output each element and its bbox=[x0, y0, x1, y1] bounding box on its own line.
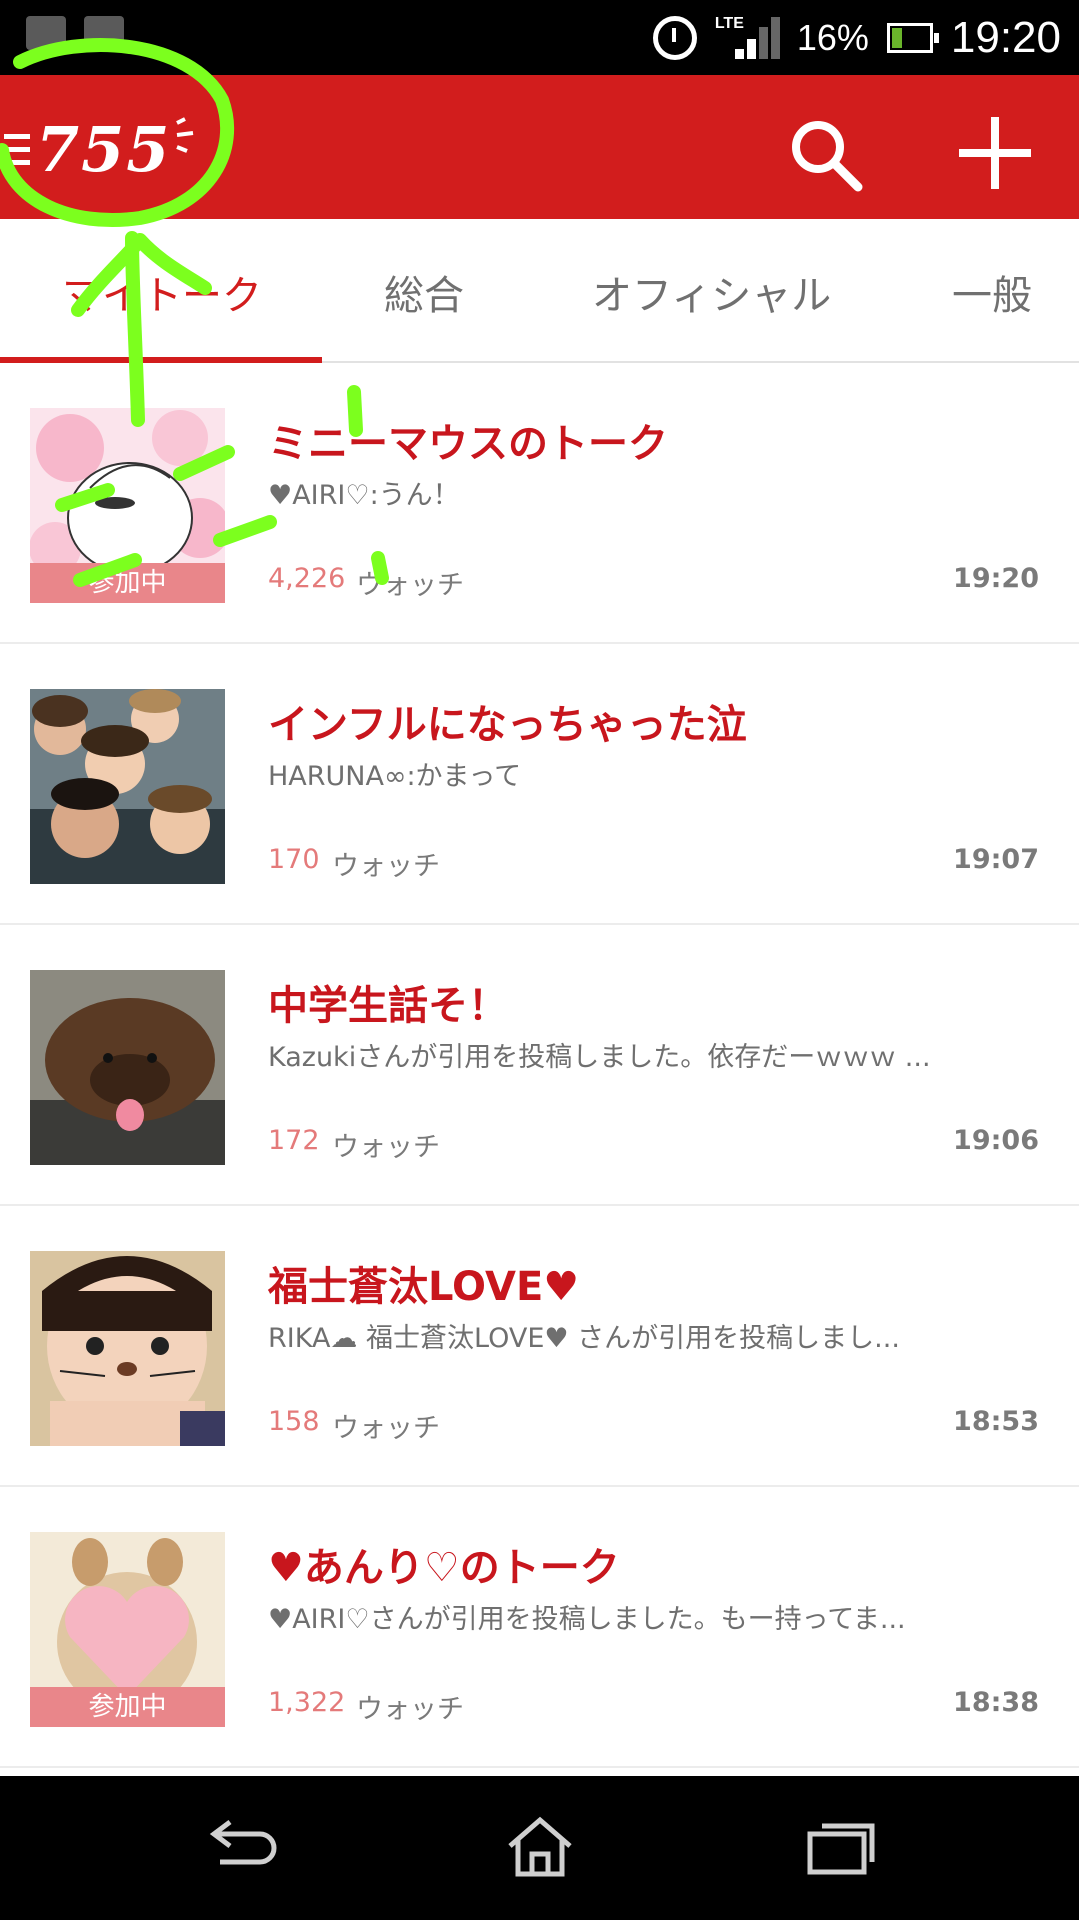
talk-title-text: あんり♡のトーク bbox=[303, 1545, 620, 1591]
watch-count: 172 bbox=[268, 1125, 320, 1156]
talk-preview: Kazukiさんが引用を投稿しました。依存だーｗｗｗ ... bbox=[268, 1042, 931, 1073]
talk-title: 福士蒼汰LOVE♥ bbox=[268, 1254, 579, 1312]
watch-count: 170 bbox=[268, 844, 320, 875]
watch-count: 158 bbox=[268, 1406, 320, 1437]
watch-label: ウォッチ bbox=[356, 1694, 464, 1725]
home-icon[interactable] bbox=[500, 1812, 580, 1882]
notification-icon bbox=[26, 16, 66, 50]
talk-time: 19:20 bbox=[953, 563, 1039, 594]
list-item[interactable]: 中学生話そ！ Kazukiさんが引用を投稿しました。依存だーｗｗｗ ... 17… bbox=[0, 925, 1079, 1206]
watch-label: ウォッチ bbox=[332, 1413, 440, 1444]
watch-count: 1,322 bbox=[268, 1687, 346, 1718]
tab-overall[interactable]: 総合 bbox=[384, 263, 464, 321]
talk-preview: ♥AIRI♡さんが引用を投稿しました。もー持ってま... bbox=[268, 1604, 906, 1635]
talk-title-text: 福士蒼汰LOVE bbox=[268, 1264, 544, 1310]
talk-title: ミニーマウスのトーク bbox=[268, 421, 668, 467]
tab-my-talk[interactable]: マイトーク bbox=[62, 263, 262, 321]
clock: 19:20 bbox=[950, 12, 1061, 62]
talk-time: 18:53 bbox=[953, 1406, 1039, 1437]
tab-official[interactable]: オフィシャル bbox=[592, 263, 831, 321]
logo-spark-icon bbox=[176, 117, 194, 153]
battery-icon bbox=[886, 22, 939, 53]
back-icon[interactable] bbox=[200, 1812, 280, 1882]
heart-icon: ♥ bbox=[268, 1545, 304, 1591]
talk-title: 中学生話そ！ bbox=[268, 983, 508, 1029]
tab-general[interactable]: 一般 bbox=[952, 263, 1032, 321]
watch-label: ウォッチ bbox=[332, 851, 440, 882]
recent-apps-icon[interactable] bbox=[800, 1812, 880, 1882]
tab-bar: マイトーク 総合 オフィシャル 一般 bbox=[0, 219, 1079, 363]
talk-thumbnail bbox=[30, 970, 225, 1165]
watch-count: 4,226 bbox=[268, 563, 346, 594]
battery-percent: 16% bbox=[796, 16, 869, 58]
network-type: LTE bbox=[714, 14, 744, 32]
watch-label: ウォッチ bbox=[332, 1132, 440, 1163]
system-nav-bar bbox=[0, 1776, 1079, 1920]
talk-title: インフルになっちゃった泣 bbox=[268, 702, 747, 748]
list-item[interactable]: 福士蒼汰LOVE♥ RIKA☁ 福士蒼汰LOVE♥ さんが引用を投稿しまし...… bbox=[0, 1206, 1079, 1487]
alarm-icon bbox=[652, 15, 697, 60]
joined-badge: 参加中 bbox=[30, 1687, 225, 1727]
talk-thumbnail bbox=[30, 689, 225, 884]
notification-icon bbox=[84, 16, 124, 50]
app-bar: 755 bbox=[0, 75, 1079, 219]
heart-icon: ♥ bbox=[543, 1264, 580, 1310]
menu-icon bbox=[4, 133, 30, 165]
talk-preview: HARUNA∞:かまって bbox=[268, 761, 522, 792]
talk-time: 19:07 bbox=[953, 844, 1039, 875]
status-bar: LTE 16% 19:20 bbox=[0, 0, 1079, 75]
list-item[interactable]: 参加中 ミニーマウスのトーク ♥AIRI♡:うん！ 4,226 ウォッチ 19:… bbox=[0, 363, 1079, 644]
joined-badge: 参加中 bbox=[30, 563, 225, 603]
talk-preview: ♥AIRI♡:うん！ bbox=[268, 480, 460, 511]
talk-thumbnail: 参加中 bbox=[30, 408, 225, 603]
talk-time: 18:38 bbox=[953, 1687, 1039, 1718]
talk-time: 19:06 bbox=[953, 1125, 1039, 1156]
talk-list: 参加中 ミニーマウスのトーク ♥AIRI♡:うん！ 4,226 ウォッチ 19:… bbox=[0, 363, 1079, 1768]
talk-title: ♥あんり♡のトーク bbox=[268, 1535, 620, 1593]
plus-icon[interactable] bbox=[953, 111, 1037, 195]
list-item[interactable]: インフルになっちゃった泣 HARUNA∞:かまって 170 ウォッチ 19:07 bbox=[0, 644, 1079, 925]
talk-thumbnail: 参加中 bbox=[30, 1532, 225, 1727]
app-logo: 755 bbox=[36, 112, 172, 186]
app-logo-menu-button[interactable]: 755 bbox=[4, 111, 194, 187]
watch-label: ウォッチ bbox=[356, 570, 464, 601]
talk-preview: RIKA☁ 福士蒼汰LOVE♥ さんが引用を投稿しまし... bbox=[268, 1323, 900, 1354]
list-item[interactable]: 参加中 ♥あんり♡のトーク ♥AIRI♡さんが引用を投稿しました。もー持ってま.… bbox=[0, 1487, 1079, 1768]
signal-icon: LTE bbox=[714, 13, 780, 63]
search-icon[interactable] bbox=[786, 115, 866, 195]
talk-thumbnail bbox=[30, 1251, 225, 1446]
